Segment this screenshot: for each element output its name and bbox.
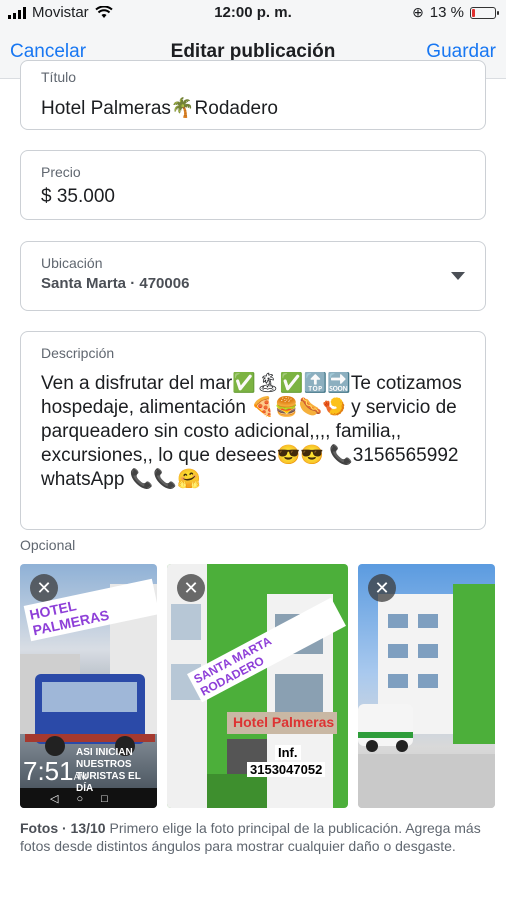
- photo-2-phone: 3153047052: [247, 762, 326, 777]
- photo-2-sign: Hotel Palmeras: [233, 714, 335, 730]
- chevron-down-icon[interactable]: [451, 272, 465, 280]
- title-field-value: Hotel Palmeras🌴Rodadero: [41, 98, 278, 119]
- photo-thumbnail-3[interactable]: ✕: [358, 564, 495, 808]
- rotation-lock-icon: ⊕: [412, 4, 424, 20]
- location-field-value: Santa Marta · 470006: [41, 275, 190, 292]
- photo-2-inf-label: Inf.: [275, 745, 301, 760]
- photo-thumbnail-1[interactable]: ✕ HOTEL PALMERAS ASI INICIAN NUESTROS TU…: [20, 564, 157, 808]
- battery-icon: [470, 6, 499, 19]
- location-field-label: Ubicación: [41, 255, 103, 271]
- photos-footer-note: Fotos · 13/10 Primero elige la foto prin…: [20, 819, 490, 855]
- photo-count: Fotos · 13/10: [20, 820, 106, 836]
- description-field-value: Ven a disfrutar del mar✅🏝✅🔝🔜Te cotizamos…: [41, 373, 468, 490]
- title-field[interactable]: Título Hotel Palmeras🌴Rodadero: [20, 60, 486, 130]
- description-field[interactable]: Descripción Ven a disfrutar del mar✅🏝✅🔝🔜…: [20, 331, 486, 530]
- photo-carousel[interactable]: ✕ HOTEL PALMERAS ASI INICIAN NUESTROS TU…: [20, 564, 506, 808]
- battery-percent: 13 %: [429, 4, 464, 21]
- photo-thumbnail-2[interactable]: ✕ SANTA MARTA RODADERO Hotel Palmeras In…: [167, 564, 348, 808]
- location-field[interactable]: Ubicación Santa Marta · 470006: [20, 241, 486, 311]
- photo-1-overlay-bottom: ASI INICIAN NUESTROS TURISTAS EL DÍA: [76, 747, 141, 794]
- status-bar: Movistar 12:00 p. m. ⊕ 13 %: [0, 0, 506, 26]
- optional-label: Opcional: [20, 537, 76, 553]
- remove-photo-1-button[interactable]: ✕: [30, 574, 58, 602]
- price-field-label: Precio: [41, 164, 81, 180]
- price-field[interactable]: Precio $ 35.000: [20, 150, 486, 220]
- remove-photo-3-button[interactable]: ✕: [368, 574, 396, 602]
- price-field-value: $ 35.000: [41, 186, 115, 207]
- remove-photo-2-button[interactable]: ✕: [177, 574, 205, 602]
- battery-fill: [472, 8, 475, 17]
- description-field-label: Descripción: [41, 345, 115, 361]
- photo-1-clock-time: 7:51: [23, 756, 74, 786]
- status-right: ⊕ 13 %: [412, 4, 499, 21]
- android-nav-icons: ◁○□: [50, 793, 126, 805]
- photo-1-clock: 7:51AM: [23, 756, 87, 787]
- title-field-label: Título: [41, 69, 77, 85]
- photo-1-clock-suffix: AM: [73, 772, 88, 782]
